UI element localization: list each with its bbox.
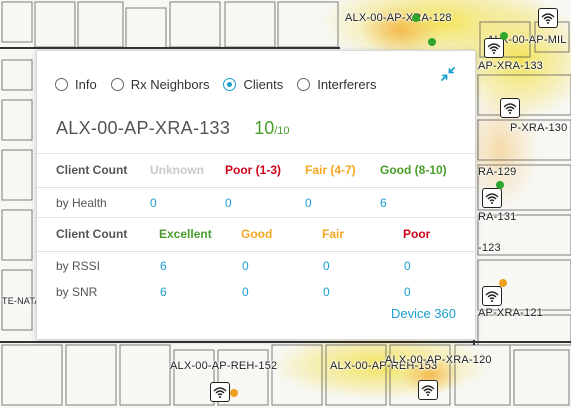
access-point-icon[interactable] <box>418 380 438 400</box>
quality-good-header: Good <box>241 227 273 241</box>
rssi-excellent-value[interactable]: 6 <box>160 259 167 273</box>
ap-title-row: ALX-00-AP-XRA-133 10 /10 <box>56 118 290 139</box>
tab-clients[interactable]: Clients <box>223 77 283 92</box>
rssi-poor-value[interactable]: 0 <box>404 259 411 273</box>
rssi-fair-value[interactable]: 0 <box>323 259 330 273</box>
health-fair-header: Fair (4-7) <box>305 163 356 177</box>
client-dot[interactable] <box>428 38 436 46</box>
access-point-icon[interactable] <box>500 98 520 118</box>
popup-tabs: Info Rx Neighbors Clients Interferers <box>55 77 390 92</box>
client-dot[interactable] <box>499 279 507 287</box>
ap-label[interactable]: ALX-00-AP-XRA-128 <box>345 12 452 24</box>
access-point-icon[interactable] <box>210 382 230 402</box>
by-rssi-label: by RSSI <box>56 259 101 273</box>
by-health-label: by Health <box>56 196 107 210</box>
health-header-label: Client Count <box>56 163 128 177</box>
by-rssi-row: by RSSI 6 0 0 0 <box>37 259 475 275</box>
health-unknown-header: Unknown <box>150 163 204 177</box>
ap-label[interactable]: -123 <box>478 242 501 254</box>
health-poor-value[interactable]: 0 <box>225 196 232 210</box>
health-header-row: Client Count Unknown Poor (1-3) Fair (4-… <box>37 163 475 179</box>
radio-interferers[interactable] <box>297 78 311 91</box>
device-360-link[interactable]: Device 360 <box>391 306 456 321</box>
client-dot[interactable] <box>230 389 238 397</box>
quality-fair-header: Fair <box>322 227 345 241</box>
client-total: /10 <box>274 125 290 137</box>
ap-label[interactable]: P-XRA-130 <box>510 122 567 134</box>
radio-info[interactable] <box>55 78 68 91</box>
tab-rx-neighbors-label[interactable]: Rx Neighbors <box>131 77 210 92</box>
client-dot[interactable] <box>412 14 420 22</box>
snr-excellent-value[interactable]: 6 <box>160 285 167 299</box>
quality-header-label: Client Count <box>56 227 128 241</box>
health-fair-value[interactable]: 0 <box>305 196 312 210</box>
by-health-row: by Health 0 0 0 6 <box>37 196 475 212</box>
radio-rx-neighbors[interactable] <box>110 78 124 91</box>
tab-interferers[interactable]: Interferers <box>297 77 376 92</box>
divider <box>37 187 475 188</box>
tab-info[interactable]: Info <box>55 77 97 92</box>
divider <box>37 217 475 218</box>
ap-label[interactable]: ALX-00-AP-XRA-120 <box>385 354 492 366</box>
client-dot[interactable] <box>500 32 508 40</box>
ap-label[interactable]: RA-131 <box>478 211 517 223</box>
quality-poor-header: Poor <box>403 227 431 241</box>
ap-name: ALX-00-AP-XRA-133 <box>56 118 231 138</box>
access-point-icon[interactable] <box>482 286 502 306</box>
client-dot[interactable] <box>496 181 504 189</box>
radio-clients[interactable] <box>223 78 237 91</box>
rssi-good-value[interactable]: 0 <box>242 259 249 273</box>
quality-header-row: Client Count Excellent Good Fair Poor <box>37 227 475 243</box>
health-good-header: Good (8-10) <box>380 163 447 177</box>
snr-good-value[interactable]: 0 <box>242 285 249 299</box>
ap-label[interactable]: AP-XRA-133 <box>478 60 543 72</box>
tab-interferers-label[interactable]: Interferers <box>317 77 376 92</box>
health-unknown-value[interactable]: 0 <box>150 196 157 210</box>
tab-rx-neighbors[interactable]: Rx Neighbors <box>110 77 210 92</box>
divider <box>37 251 475 252</box>
snr-poor-value[interactable]: 0 <box>404 285 411 299</box>
by-snr-row: by SNR 6 0 0 0 <box>37 285 475 301</box>
snr-fair-value[interactable]: 0 <box>323 285 330 299</box>
health-poor-header: Poor (1-3) <box>225 163 282 177</box>
collapse-arrows-icon[interactable] <box>439 65 457 83</box>
divider <box>37 153 475 154</box>
ap-label[interactable]: AP-XRA-121 <box>478 307 543 319</box>
tab-clients-label[interactable]: Clients <box>243 77 283 92</box>
ap-label[interactable]: RA-129 <box>478 166 517 178</box>
client-count: 10 <box>254 118 275 138</box>
quality-excellent-header: Excellent <box>159 227 212 241</box>
access-point-icon[interactable] <box>482 188 502 208</box>
access-point-icon[interactable] <box>538 8 558 28</box>
ap-label[interactable]: ALX-00-AP-REH-152 <box>170 360 277 372</box>
tab-info-label[interactable]: Info <box>75 77 97 92</box>
health-good-value[interactable]: 6 <box>380 196 387 210</box>
ap-detail-popup: Info Rx Neighbors Clients Interferers AL… <box>36 50 476 340</box>
access-point-icon[interactable] <box>484 38 504 58</box>
by-snr-label: by SNR <box>56 285 98 299</box>
